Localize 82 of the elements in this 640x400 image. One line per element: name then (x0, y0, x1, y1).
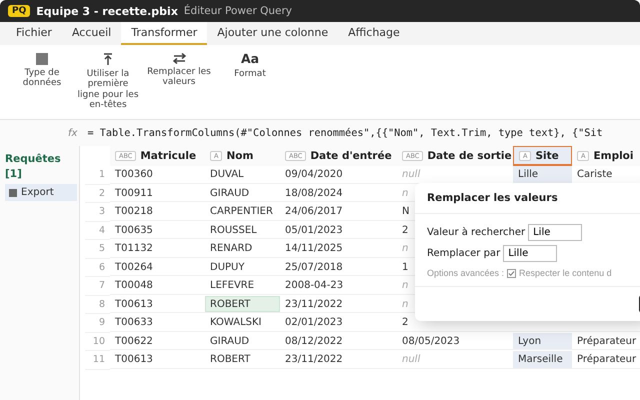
table-cell[interactable]: GIRAUD (205, 332, 280, 350)
column-name: Site (535, 150, 559, 162)
query-item[interactable]: Export (5, 184, 77, 202)
table-cell[interactable]: 24/06/2017 (280, 203, 397, 220)
table-cell[interactable]: 23/11/2022 (280, 296, 397, 313)
ribbon-button[interactable]: Remplacer les valeurs (142, 53, 216, 88)
table-cell[interactable]: ROBERT (205, 351, 280, 368)
menu-tab[interactable]: Fichier (6, 22, 62, 45)
table-cell[interactable]: 08/12/2022 (280, 332, 397, 350)
row-number: 8 (85, 296, 110, 314)
input-field[interactable]: Lile (528, 224, 582, 241)
table-cell[interactable]: DUPUY (205, 258, 280, 276)
swap-icon (172, 53, 186, 64)
table-cell[interactable]: T00218 (110, 203, 205, 220)
grid-icon (36, 53, 48, 65)
table-cell[interactable]: T00633 (110, 314, 205, 332)
checkbox[interactable] (507, 268, 516, 278)
table-cell[interactable]: KOWALSKI (205, 314, 280, 332)
menu-tab[interactable]: Ajouter une colonne (207, 22, 338, 45)
window-title: Equipe 3 - recette.pbix (36, 4, 178, 18)
row-number: 11 (85, 351, 110, 370)
field-label: Valeur à rechercher (427, 227, 526, 238)
table-cell[interactable]: T00613 (110, 351, 205, 368)
column-name: Emploi (593, 150, 634, 162)
field-label: Remplacer par (427, 248, 500, 259)
table-cell[interactable]: Préparateur (572, 332, 640, 350)
fx-label: fx (68, 128, 78, 138)
column-name: Date de sortie (427, 150, 512, 162)
window-subtitle: Éditeur Power Query (184, 5, 292, 17)
formula-text[interactable]: = Table.TransformColumns(#"Colonnes renommées",{{"Nom", Text.Trim, type text}, {"Sit (87, 128, 603, 138)
queries-title: Requêtes [1] (5, 152, 62, 182)
table-cell[interactable]: CARPENTIER (205, 203, 280, 220)
row-number: 9 (85, 314, 110, 332)
table-cell[interactable]: 23/11/2022 (280, 351, 397, 368)
dialog-title: Remplacer les valeurs (415, 183, 640, 214)
column-name: Date d'entrée (310, 150, 392, 162)
table-cell[interactable]: DUVAL (205, 166, 280, 184)
table-cell[interactable]: RENARD (205, 240, 280, 258)
table-cell[interactable]: 2008-04-23 (280, 277, 397, 294)
table-cell[interactable]: 18/08/2024 (280, 184, 397, 202)
row-number: 10 (85, 332, 110, 351)
options-label: Options avancées : (427, 268, 504, 278)
table-cell[interactable]: 25/07/2018 (280, 258, 397, 276)
table-cell[interactable]: T00360 (110, 166, 205, 184)
table-cell[interactable]: 09/04/2020 (280, 166, 397, 184)
table-cell[interactable]: 14/11/2025 (280, 240, 397, 258)
table-cell[interactable]: T00635 (110, 222, 205, 239)
table-icon (9, 188, 17, 197)
table-cell[interactable]: T00264 (110, 258, 205, 276)
table-cell[interactable]: LEFEVRE (205, 277, 280, 294)
table-cell[interactable]: 02/01/2023 (280, 314, 397, 332)
row-number: 5 (85, 240, 110, 258)
ribbon-button[interactable]: Utiliser la première ligne pour les en-têtes (76, 53, 140, 110)
row-number: 3 (85, 203, 110, 222)
menu-tab[interactable]: Transformer (121, 22, 208, 45)
option-label: Respecter le contenu d (519, 268, 612, 278)
table-cell[interactable]: Préparateur (572, 351, 640, 368)
column-name: Nom (226, 150, 254, 162)
table-cell[interactable]: T00911 (110, 184, 205, 202)
row-number: 7 (85, 277, 110, 296)
table-cell[interactable]: Lyon (513, 332, 572, 350)
table-cell[interactable]: 05/01/2023 (280, 222, 397, 239)
ribbon-button[interactable]: Aa Format (218, 53, 282, 79)
row-number: 2 (85, 184, 110, 203)
input-field[interactable]: Lille (503, 245, 558, 262)
row-number: 6 (85, 258, 110, 277)
table-cell[interactable]: Lille (513, 166, 572, 184)
table-cell[interactable]: ROBERT (205, 296, 280, 313)
table-cell[interactable]: Marseille (513, 351, 572, 368)
table-cell[interactable]: T01132 (110, 240, 205, 258)
row-number: 4 (85, 222, 110, 240)
table-cell[interactable]: ROUSSEL (205, 222, 280, 239)
upload-icon (103, 53, 113, 66)
table-cell[interactable]: GIRAUD (205, 184, 280, 202)
table-cell[interactable]: T00622 (110, 332, 205, 350)
app-badge: PQ (8, 5, 30, 17)
menu-tab[interactable]: Accueil (62, 22, 122, 45)
menu-tab[interactable]: Affichage (338, 22, 410, 45)
table-cell[interactable]: T00048 (110, 277, 205, 294)
column-name: Matricule (140, 150, 196, 162)
ribbon-button[interactable]: Type de données (10, 53, 74, 89)
row-number: 1 (85, 166, 110, 184)
